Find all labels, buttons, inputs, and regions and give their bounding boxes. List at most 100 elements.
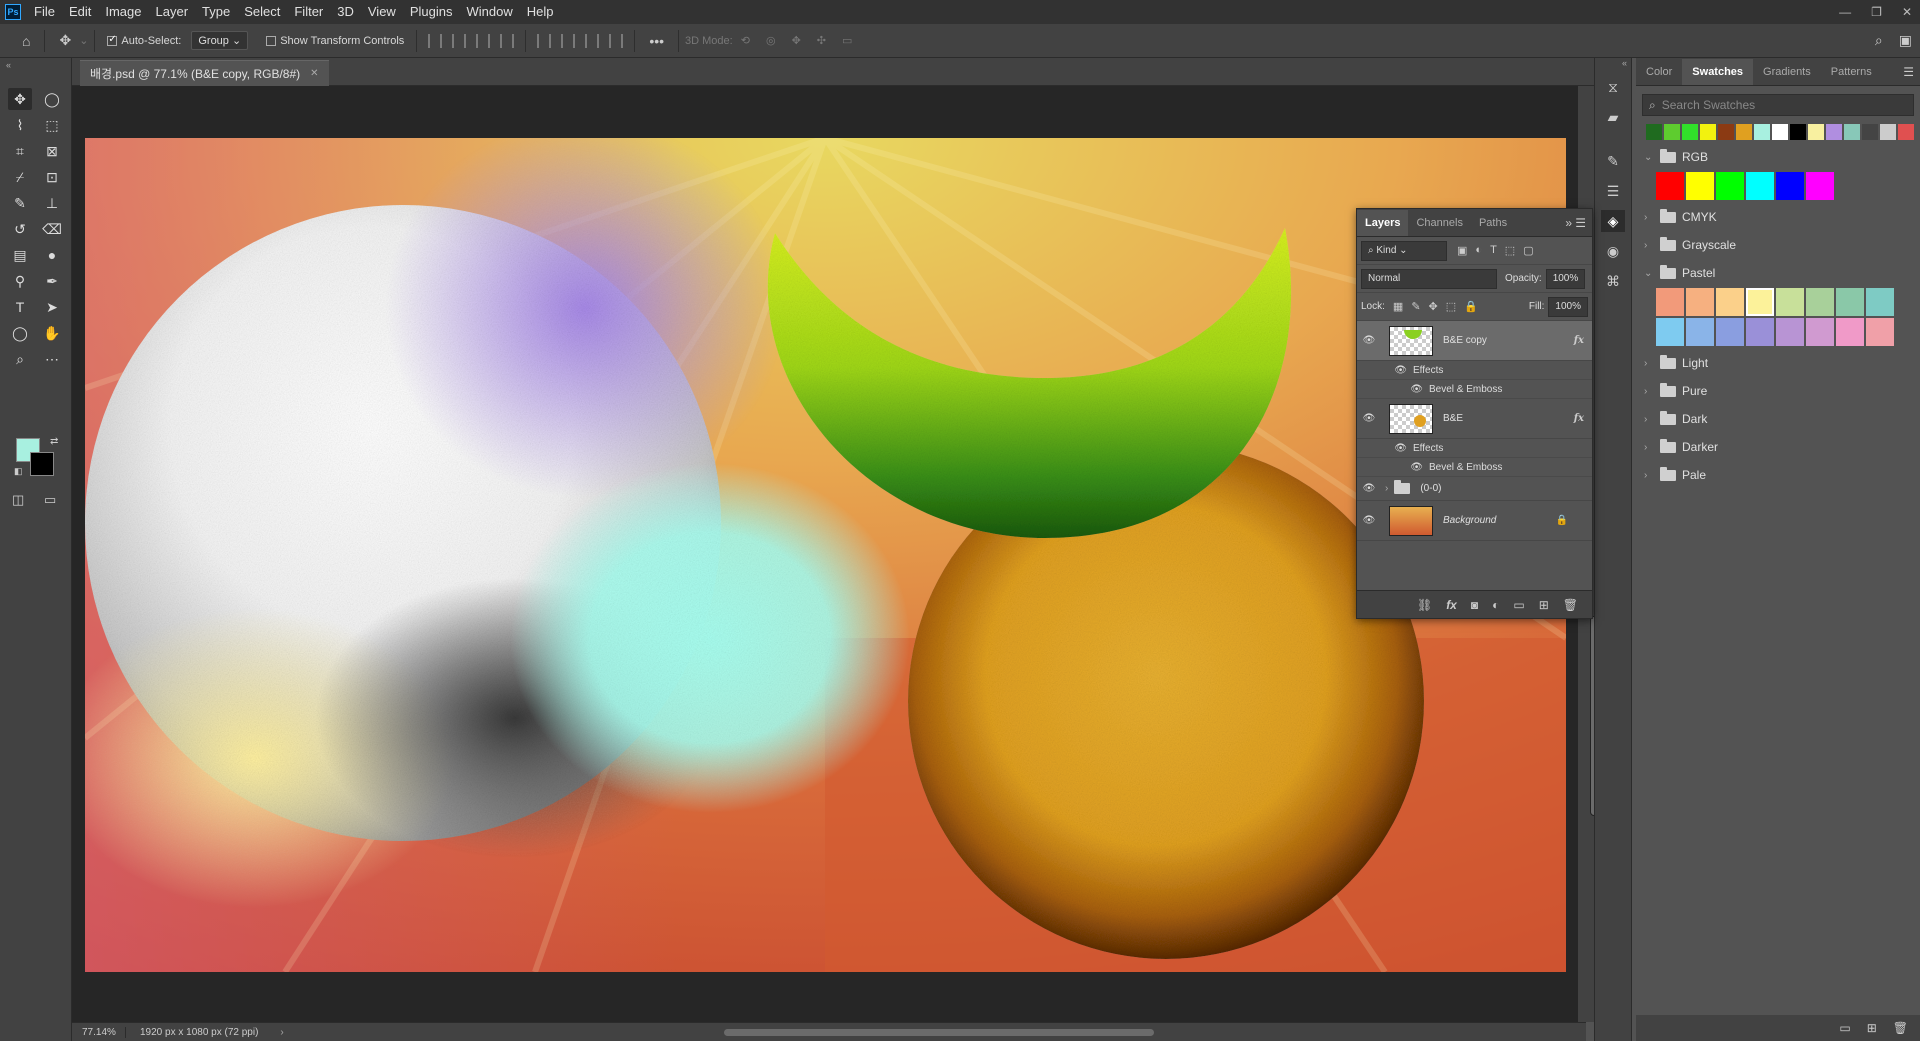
recent-swatch[interactable] (1718, 124, 1734, 140)
layer-row[interactable]: 👁 B&E copy fx (1357, 321, 1592, 361)
visibility-eye-icon[interactable]: 👁 (1357, 515, 1381, 526)
tab-color[interactable]: Color (1636, 59, 1682, 85)
effects-eye-icon[interactable]: 👁 (1357, 365, 1413, 376)
recent-swatch[interactable] (1682, 124, 1698, 140)
effect-item-row[interactable]: 👁 Bevel & Emboss (1357, 380, 1592, 399)
move-tool-icon[interactable]: ✥ (8, 88, 32, 110)
color-swatch[interactable] (1836, 288, 1864, 316)
distribute-horizontal-icon[interactable] (500, 33, 515, 48)
color-swatch[interactable] (1686, 288, 1714, 316)
color-swatch[interactable] (1656, 172, 1684, 200)
adjustment-layer-icon[interactable]: ◐ (1492, 598, 1499, 612)
swatch-group-pure[interactable]: › Pure (1636, 380, 1920, 402)
layer-name[interactable]: Background (1443, 515, 1556, 526)
align-middle-icon[interactable] (561, 33, 576, 48)
kind-filter-dropdown[interactable]: ⌕ Kind ⌄ (1361, 240, 1447, 261)
more-options-icon[interactable]: ••• (641, 33, 672, 49)
delete-icon[interactable]: 🗑 (1893, 1021, 1908, 1035)
chevron-right-icon[interactable]: › (1644, 240, 1654, 251)
pixel-filter-icon[interactable]: ▣ (1457, 244, 1467, 257)
recent-swatch[interactable] (1736, 124, 1752, 140)
search-icon[interactable]: ⌕ (1867, 32, 1891, 49)
auto-select-checkbox[interactable]: Auto-Select: (107, 34, 181, 47)
menu-window[interactable]: Window (459, 0, 519, 24)
effects-eye-icon[interactable]: 👁 (1357, 443, 1413, 454)
swap-colors-icon[interactable]: ⇄ (50, 436, 58, 447)
color-swatch[interactable] (1806, 318, 1834, 346)
menu-view[interactable]: View (361, 0, 403, 24)
auto-select-dropdown[interactable]: Group ⌄ (191, 31, 249, 50)
3d-pan-icon[interactable]: ✥ (784, 34, 809, 47)
zoom-level[interactable]: 77.14% (72, 1026, 126, 1038)
gradient-tool-icon[interactable]: ▤ (8, 244, 32, 266)
hand-tool-icon[interactable]: ✋ (40, 322, 64, 344)
chevron-right-icon[interactable]: › (1385, 483, 1388, 494)
history-icon[interactable]: ⧖ (1601, 76, 1625, 98)
color-swatch[interactable] (1776, 288, 1804, 316)
color-swatch[interactable] (1776, 172, 1804, 200)
checkbox-checked-icon[interactable] (107, 34, 118, 46)
chevron-right-icon[interactable]: › (1644, 212, 1654, 223)
expand-icon[interactable]: » (1565, 216, 1572, 230)
menu-type[interactable]: Type (195, 0, 237, 24)
fx-icon[interactable]: fx (1574, 335, 1584, 346)
visibility-eye-icon[interactable]: 👁 (1357, 483, 1381, 494)
layer-name[interactable]: B&E (1443, 413, 1574, 424)
shape-filter-icon[interactable]: ⬚ (1505, 244, 1515, 257)
collapse-icon[interactable]: « (6, 60, 11, 70)
menu-plugins[interactable]: Plugins (403, 0, 460, 24)
document-tab[interactable]: 배경.psd @ 77.1% (B&E copy, RGB/8#) ✕ (80, 60, 329, 86)
path-selection-tool-icon[interactable]: ➤ (40, 296, 64, 318)
align-right-icon[interactable] (476, 33, 491, 48)
visibility-eye-icon[interactable]: 👁 (1357, 335, 1381, 346)
lock-all-icon[interactable]: 🔒 (1464, 300, 1478, 313)
crop-tool-icon[interactable]: ⌗ (8, 140, 32, 162)
checkbox-unchecked-icon[interactable] (266, 35, 277, 46)
swatch-group-grayscale[interactable]: › Grayscale (1636, 234, 1920, 256)
lock-transparency-icon[interactable]: ▦ (1393, 300, 1403, 313)
chevron-down-icon[interactable]: ⌄ (79, 34, 88, 47)
minimize-icon[interactable]: — (1839, 5, 1851, 19)
marquee-tool-icon[interactable]: ◯ (40, 88, 64, 110)
color-swatch[interactable] (1746, 172, 1774, 200)
channels-icon[interactable]: ◉ (1601, 240, 1625, 262)
fill-input[interactable]: 100% (1548, 296, 1588, 317)
recent-swatch[interactable] (1754, 124, 1770, 140)
tab-paths[interactable]: Paths (1471, 210, 1515, 236)
add-mask-icon[interactable]: ◙ (1471, 598, 1478, 612)
background-color-swatch[interactable] (30, 452, 54, 476)
swatch-group-dark[interactable]: › Dark (1636, 408, 1920, 430)
tab-swatches[interactable]: Swatches (1682, 59, 1754, 85)
color-swatch[interactable] (1806, 288, 1834, 316)
opacity-input[interactable]: 100% (1545, 268, 1586, 289)
adjustment-filter-icon[interactable]: ◐ (1475, 244, 1482, 257)
blur-tool-icon[interactable]: ● (40, 244, 64, 266)
chevron-down-icon[interactable]: ⌄ (1644, 152, 1654, 163)
chevron-right-icon[interactable]: › (1644, 414, 1654, 425)
recent-swatch[interactable] (1700, 124, 1716, 140)
layer-name[interactable]: B&E copy (1443, 335, 1574, 346)
layer-group-row[interactable]: 👁 › (0-0) (1357, 477, 1592, 501)
new-group-icon[interactable]: ▭ (1513, 598, 1524, 612)
object-selection-tool-icon[interactable]: ⬚ (40, 114, 64, 136)
fx-icon[interactable]: fx (1574, 413, 1584, 424)
recent-swatch[interactable] (1862, 124, 1878, 140)
chevron-right-icon[interactable]: › (1644, 470, 1654, 481)
brush-tool-icon[interactable]: ✎ (8, 192, 32, 214)
swatch-group-rgb[interactable]: ⌄ RGB (1636, 146, 1920, 168)
tab-gradients[interactable]: Gradients (1753, 59, 1821, 85)
frame-tool-icon[interactable]: ⊠ (40, 140, 64, 162)
3d-scale-icon[interactable]: ▭ (834, 34, 860, 47)
color-swatch[interactable] (1776, 318, 1804, 346)
color-swatch[interactable] (1716, 318, 1744, 346)
panel-menu-icon[interactable]: ☰ (1903, 65, 1914, 79)
3d-orbit-icon[interactable]: ⟲ (733, 34, 758, 47)
swatch-group-pastel[interactable]: ⌄ Pastel (1636, 262, 1920, 284)
align-center-icon[interactable] (452, 33, 467, 48)
menu-filter[interactable]: Filter (287, 0, 330, 24)
effect-item-row[interactable]: 👁 Bevel & Emboss (1357, 458, 1592, 477)
layer-row[interactable]: 👁 Background 🔒 (1357, 501, 1592, 541)
lock-pixels-icon[interactable]: ✎ (1411, 300, 1420, 313)
effect-eye-icon[interactable]: 👁 (1357, 384, 1429, 395)
new-group-icon[interactable]: ▭ (1839, 1021, 1850, 1035)
